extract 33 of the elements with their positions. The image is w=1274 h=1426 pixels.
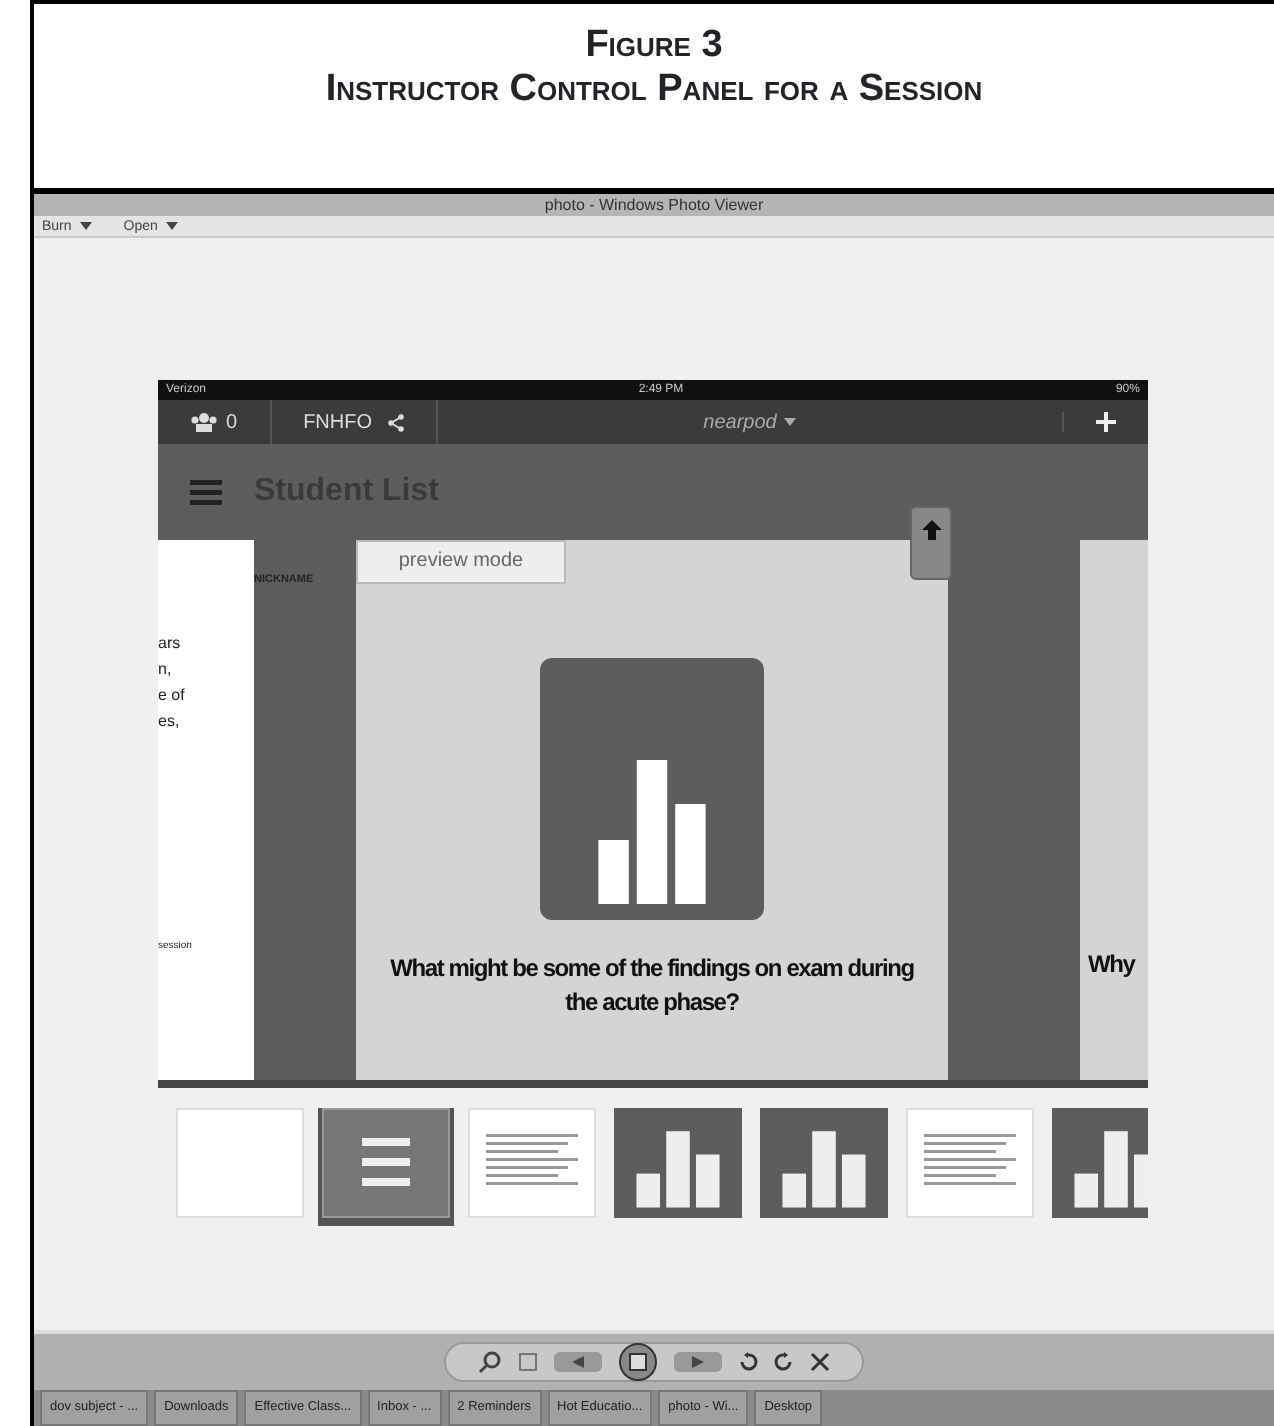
figure-title: Instructor Control Panel for a Session bbox=[323, 68, 985, 112]
people-icon bbox=[190, 412, 218, 432]
slide-thumbnail[interactable] bbox=[1052, 1108, 1148, 1218]
share-icon[interactable] bbox=[388, 413, 405, 431]
slide-thumbnail[interactable] bbox=[760, 1108, 888, 1218]
previous-icon[interactable] bbox=[554, 1352, 602, 1372]
zoom-icon[interactable] bbox=[478, 1350, 502, 1374]
body-text: ars bbox=[158, 632, 183, 656]
fit-icon[interactable] bbox=[518, 1352, 538, 1372]
question-text: What might be some of the findings on exam during the acute phase? bbox=[388, 952, 916, 1020]
rotate-left-icon[interactable] bbox=[738, 1352, 758, 1372]
slideshow-icon[interactable] bbox=[618, 1342, 658, 1382]
slide-thumbnail[interactable] bbox=[614, 1108, 742, 1218]
student-count: 0 bbox=[226, 409, 238, 437]
menu-icon[interactable] bbox=[190, 479, 222, 505]
class-code: FNHFO bbox=[303, 409, 373, 437]
body-text: e of bbox=[158, 684, 187, 708]
next-icon[interactable] bbox=[674, 1352, 722, 1372]
window-title: photo - Windows Photo Viewer bbox=[544, 196, 764, 214]
figure-label: Figure 3 bbox=[583, 24, 725, 68]
plus-icon[interactable] bbox=[1096, 412, 1116, 432]
caret-icon bbox=[165, 222, 178, 230]
upload-button[interactable] bbox=[910, 506, 952, 580]
up-arrow-icon bbox=[921, 520, 941, 540]
delete-icon[interactable] bbox=[810, 1352, 830, 1372]
mode-tab[interactable]: preview mode bbox=[356, 540, 566, 584]
question-text: Why bbox=[1086, 950, 1135, 978]
caret-icon bbox=[784, 418, 797, 426]
caret-icon bbox=[79, 222, 92, 230]
rotate-right-icon[interactable] bbox=[774, 1352, 794, 1372]
body-text: es, bbox=[158, 710, 182, 734]
body-text: n, bbox=[158, 658, 174, 682]
app-menu[interactable]: nearpod bbox=[703, 407, 797, 437]
